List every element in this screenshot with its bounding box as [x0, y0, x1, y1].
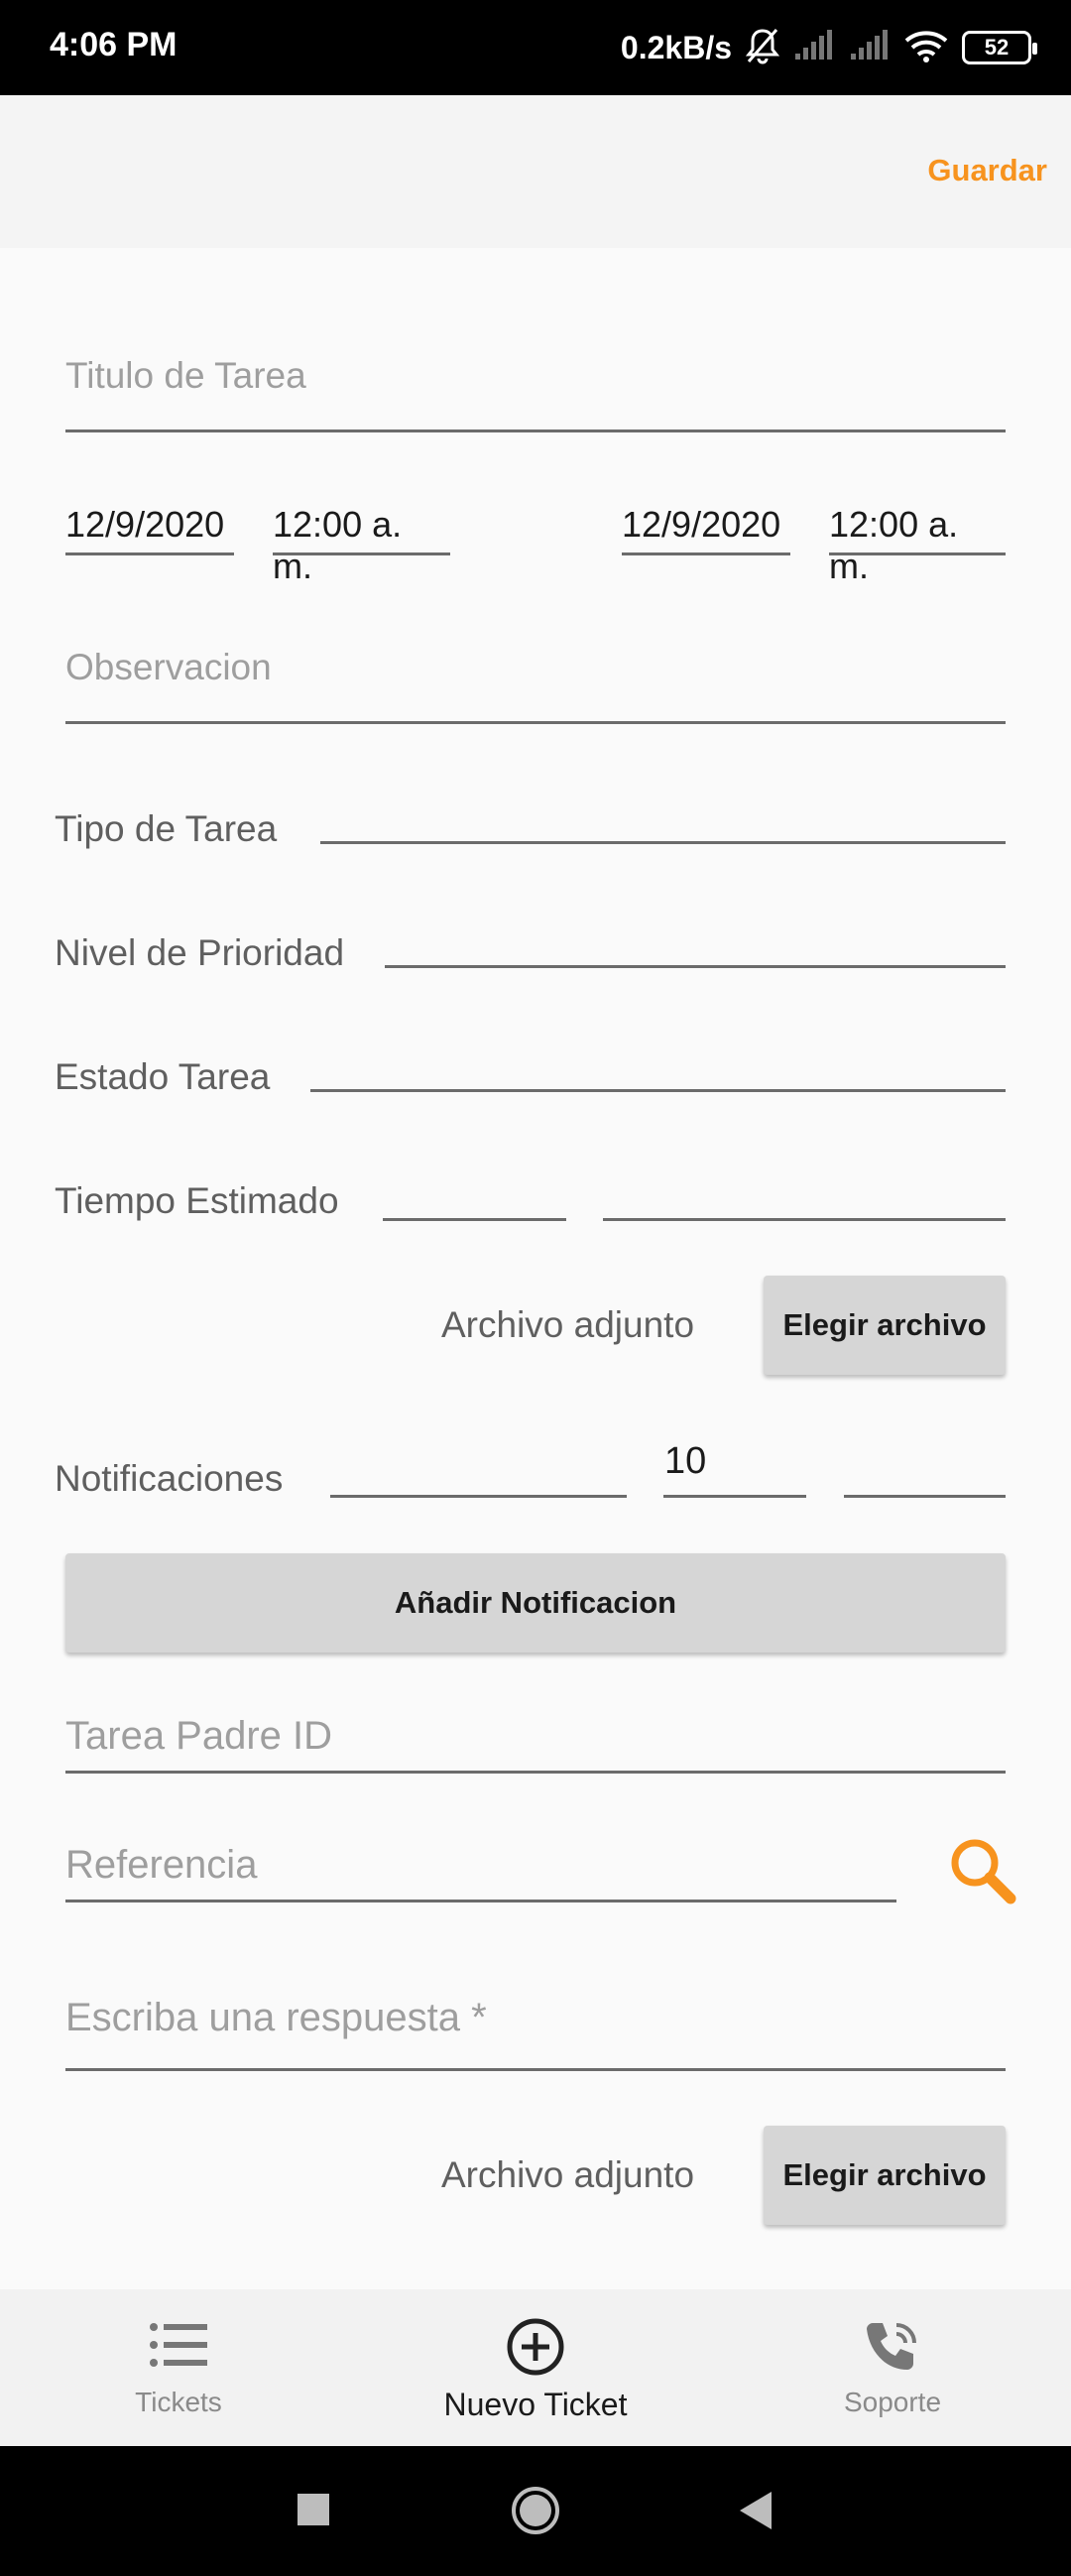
system-navigation-bar: [0, 2446, 1071, 2576]
status-label: Estado Tarea: [55, 1056, 271, 1097]
search-icon[interactable]: [945, 1833, 1020, 1908]
nav-label-support: Soporte: [843, 2387, 942, 2417]
nav-item-tickets[interactable]: Tickets: [0, 2289, 357, 2446]
notification-type-spinner[interactable]: [330, 1495, 627, 1498]
task-title-placeholder: Titulo de Tarea: [65, 355, 306, 396]
status-spinner[interactable]: [310, 1089, 1006, 1092]
response-field[interactable]: Escriba una respuesta *: [65, 1974, 1006, 2071]
observation-placeholder: Observacion: [65, 647, 272, 687]
start-time-value: 12:00 a. m.: [273, 504, 403, 586]
nav-item-new-ticket[interactable]: Nuevo Ticket: [357, 2289, 714, 2446]
end-time-value: 12:00 a. m.: [829, 504, 959, 586]
choose-file-button[interactable]: Elegir archivo: [764, 2126, 1006, 2225]
status-bar: 4:06 PM 0.2kB/s 52: [0, 0, 1071, 95]
add-notification-button[interactable]: Añadir Notificacion: [65, 1553, 1006, 1653]
bell-muted-icon: [745, 27, 780, 69]
start-date-field[interactable]: 12/9/2020: [65, 496, 234, 555]
save-button[interactable]: Guardar: [927, 153, 1047, 188]
task-title-field[interactable]: Titulo de Tarea: [65, 337, 1006, 432]
attachment-label: Archivo adjunto: [441, 1304, 695, 1345]
end-date-value: 12/9/2020: [622, 504, 781, 545]
wifi-icon: [904, 29, 948, 67]
response-placeholder: Escriba una respuesta *: [65, 1996, 487, 2039]
nav-label-new-ticket: Nuevo Ticket: [443, 2387, 628, 2422]
end-date-field[interactable]: 12/9/2020: [622, 496, 790, 555]
back-icon[interactable]: [736, 2490, 775, 2536]
bottom-navigation: Tickets Nuevo Ticket Soporte: [0, 2289, 1071, 2446]
list-icon: [148, 2317, 209, 2377]
phone-call-icon: [863, 2317, 922, 2377]
parent-task-placeholder: Tarea Padre ID: [65, 1714, 333, 1758]
estimated-time-unit-spinner[interactable]: [603, 1218, 1006, 1221]
network-speed: 0.2kB/s: [620, 29, 732, 65]
add-circle-icon: [506, 2317, 565, 2377]
signal-icon: [849, 29, 891, 66]
notification-amount-value: 10: [664, 1440, 707, 1482]
recent-apps-icon[interactable]: [296, 2492, 331, 2532]
priority-spinner[interactable]: [385, 965, 1006, 968]
parent-task-field[interactable]: Tarea Padre ID: [65, 1696, 1006, 1774]
observation-field[interactable]: Observacion: [65, 631, 1006, 724]
task-type-label: Tipo de Tarea: [55, 808, 278, 849]
status-icons: 0.2kB/s 52: [620, 22, 1037, 73]
task-type-spinner[interactable]: [320, 841, 1006, 844]
choose-file-button[interactable]: Elegir archivo: [764, 1276, 1006, 1375]
status-time: 4:06 PM: [50, 26, 178, 63]
start-date-value: 12/9/2020: [65, 504, 225, 545]
notification-amount-field[interactable]: 10: [663, 1428, 806, 1498]
signal-icon: [793, 29, 835, 66]
reference-field[interactable]: Referencia: [65, 1825, 896, 1902]
nav-label-tickets: Tickets: [135, 2387, 222, 2417]
app-bar: Guardar: [0, 95, 1071, 248]
nav-item-support[interactable]: Soporte: [714, 2289, 1071, 2446]
start-time-field[interactable]: 12:00 a. m.: [273, 496, 450, 586]
end-time-field[interactable]: 12:00 a. m.: [829, 496, 1006, 586]
estimated-time-value-field[interactable]: [383, 1218, 566, 1221]
priority-label: Nivel de Prioridad: [55, 932, 345, 973]
attachment-label: Archivo adjunto: [441, 2154, 695, 2195]
reference-placeholder: Referencia: [65, 1843, 258, 1887]
notification-unit-spinner[interactable]: [844, 1495, 1006, 1498]
estimated-time-label: Tiempo Estimado: [55, 1180, 339, 1221]
home-icon[interactable]: [511, 2486, 560, 2540]
battery-icon: 52: [962, 31, 1037, 64]
notifications-label: Notificaciones: [55, 1458, 284, 1499]
